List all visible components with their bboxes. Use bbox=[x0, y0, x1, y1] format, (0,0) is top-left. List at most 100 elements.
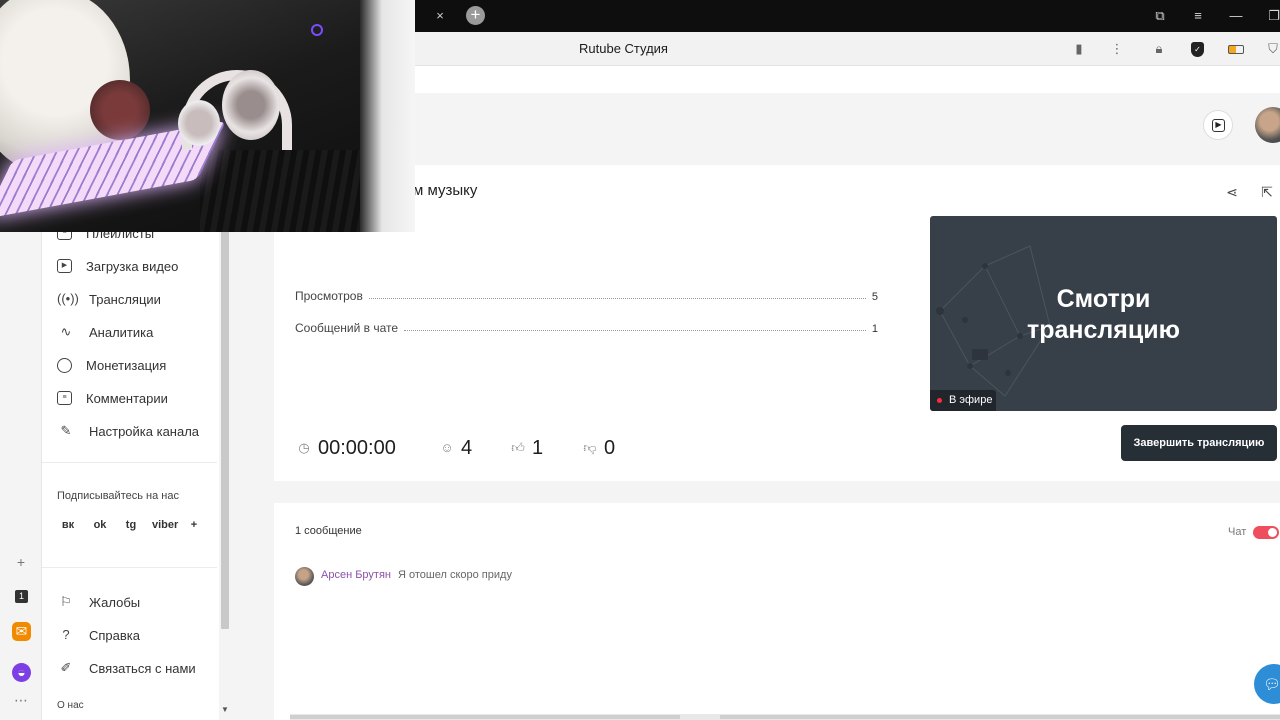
vk-icon[interactable]: вк bbox=[57, 514, 79, 536]
stream-title: м музыку bbox=[413, 182, 478, 199]
scrollbar-thumb[interactable] bbox=[290, 715, 680, 719]
headphone-cup bbox=[222, 70, 280, 140]
assistant-icon[interactable]: ◒ bbox=[12, 663, 31, 682]
chat-author[interactable]: Арсен Брутян bbox=[321, 569, 391, 581]
stat-label: Сообщений в чате bbox=[295, 321, 399, 335]
toggle-knob bbox=[1268, 528, 1277, 537]
sidebar-item-label: Жалобы bbox=[89, 594, 141, 610]
sidebar-item-comments[interactable]: ≡ Комментарии bbox=[57, 387, 168, 409]
create-button[interactable]: ▶ bbox=[1203, 110, 1233, 140]
address-title[interactable]: Rutube Студия bbox=[579, 41, 668, 56]
dotted-leader bbox=[368, 298, 866, 299]
live-dot-icon bbox=[937, 398, 942, 403]
message-count: 1 сообщение bbox=[295, 525, 362, 537]
viewers-icon: ☺ bbox=[440, 440, 454, 455]
sidebar-divider bbox=[42, 462, 217, 463]
share-icon[interactable]: ⋖ bbox=[1223, 183, 1241, 201]
sidebar-item-complaints[interactable]: ⚐ Жалобы bbox=[57, 591, 140, 613]
sidebar-item-broadcasts[interactable]: ((•)) Трансляции bbox=[57, 288, 161, 310]
clock-icon: ◷ bbox=[298, 440, 310, 455]
likes-counter: 👍︎ 1 bbox=[510, 436, 543, 460]
sidebar-item-upload[interactable]: ▶ Загрузка видео bbox=[57, 255, 178, 277]
extension-icon[interactable]: ⛉ bbox=[1264, 40, 1280, 58]
dotted-leader bbox=[404, 330, 866, 331]
stat-value: 5 bbox=[871, 291, 878, 303]
analytics-icon: ∿ bbox=[60, 324, 72, 339]
workspace-badge[interactable]: 1 bbox=[15, 590, 28, 603]
external-link-icon[interactable]: ⇱ bbox=[1258, 183, 1276, 201]
duration-value: 00:00:00 bbox=[318, 436, 396, 459]
end-stream-button[interactable]: Завершить трансляцию bbox=[1121, 425, 1277, 461]
stat-messages: Сообщений в чате 1 bbox=[295, 319, 878, 335]
headphone-cup bbox=[178, 100, 220, 146]
more-socials-icon[interactable]: + bbox=[183, 514, 205, 536]
flag-icon: ⚐ bbox=[60, 594, 72, 609]
lock-icon[interactable]: 🔒︎ bbox=[1150, 40, 1168, 58]
webcam-overlay bbox=[0, 0, 415, 232]
live-badge-label: В эфире bbox=[949, 394, 993, 406]
new-tab-button[interactable]: + bbox=[466, 6, 485, 25]
person-arm bbox=[90, 80, 150, 140]
telegram-icon[interactable]: tg bbox=[120, 514, 142, 536]
subscribe-title: Подписывайтесь на нас bbox=[57, 490, 179, 502]
viewers-counter: ☺ 4 bbox=[439, 436, 472, 460]
preview-caption: Смотри трансляцию bbox=[930, 284, 1277, 346]
sidebar-about[interactable]: О нас bbox=[57, 700, 84, 711]
thumb-down-icon: 👎︎ bbox=[583, 440, 597, 455]
sidebar-item-label: Монетизация bbox=[86, 357, 167, 373]
viewers-value: 4 bbox=[461, 436, 473, 459]
sidebar-item-label: Загрузка видео bbox=[86, 258, 179, 274]
help-icon: ? bbox=[62, 627, 70, 642]
background-wall bbox=[360, 0, 415, 232]
upload-video-icon: ▶ bbox=[57, 259, 72, 273]
stat-views: Просмотров 5 bbox=[295, 287, 878, 303]
channel-settings-icon: ✎ bbox=[60, 423, 72, 438]
chat-card bbox=[274, 503, 1280, 720]
scroll-down-icon[interactable]: ▼ bbox=[219, 705, 231, 714]
sidebar-item-analytics[interactable]: ∿ Аналитика bbox=[57, 321, 154, 343]
sidebar-item-label: Справка bbox=[89, 627, 140, 643]
live-badge: В эфире bbox=[930, 390, 996, 411]
monetization-icon bbox=[57, 357, 72, 373]
stat-label: Просмотров bbox=[295, 289, 363, 303]
sidebar-divider bbox=[42, 567, 217, 568]
minimize-button[interactable]: — bbox=[1226, 6, 1246, 26]
menu-icon[interactable]: ≡ bbox=[1188, 6, 1208, 26]
scrollbar-thumb[interactable] bbox=[221, 229, 229, 629]
chat-avatar[interactable] bbox=[295, 567, 314, 586]
sidebar-item-contact[interactable]: ✐ Связаться с нами bbox=[57, 657, 196, 679]
sidebar-scrollbar[interactable]: ▼ bbox=[219, 159, 231, 720]
shield-icon[interactable]: ✓ bbox=[1191, 42, 1204, 57]
sidebar-item-channel-settings[interactable]: ✎ Настройка канала bbox=[57, 420, 200, 442]
scrollbar-thumb[interactable] bbox=[720, 715, 1280, 719]
comments-icon: ≡ bbox=[57, 391, 72, 405]
stream-preview[interactable]: Смотри трансляцию bbox=[930, 216, 1277, 411]
sidebar-item-help[interactable]: ? Справка bbox=[57, 624, 140, 646]
ok-icon[interactable]: ok bbox=[89, 514, 111, 536]
viber-icon[interactable]: viber bbox=[152, 514, 178, 536]
sidebar-item-label: Настройка канала bbox=[89, 423, 200, 439]
horizontal-scrollbar[interactable] bbox=[290, 714, 1280, 720]
collections-icon[interactable]: ⧉ bbox=[1150, 6, 1170, 26]
edit-icon: ✐ bbox=[60, 660, 72, 675]
battery-icon[interactable] bbox=[1228, 45, 1244, 54]
rail-more-icon[interactable]: ⋯ bbox=[12, 691, 30, 709]
chat-message-text: Я отошел скоро приду bbox=[398, 569, 512, 581]
thumb-up-icon: 👍︎ bbox=[511, 440, 525, 455]
bookmark-icon[interactable]: ▮ bbox=[1070, 40, 1088, 58]
broadcast-icon: ((•)) bbox=[57, 291, 79, 306]
sidebar-item-monetization[interactable]: Монетизация bbox=[57, 354, 166, 376]
preview-caption-line: Смотри bbox=[1056, 285, 1151, 313]
mail-icon[interactable]: ✉ bbox=[12, 622, 31, 641]
play-icon: ▶ bbox=[1212, 119, 1225, 132]
tab-close-icon[interactable]: × bbox=[432, 8, 448, 24]
likes-value: 1 bbox=[532, 436, 544, 459]
more-icon[interactable]: ⋮ bbox=[1108, 40, 1126, 58]
dislikes-value: 0 bbox=[604, 436, 616, 459]
restore-button[interactable]: ❐ bbox=[1264, 6, 1280, 26]
sidebar-item-label: Комментарии bbox=[86, 390, 168, 406]
dislikes-counter: 👎︎ 0 bbox=[582, 436, 615, 460]
chat-toggle[interactable] bbox=[1253, 526, 1279, 539]
stat-value: 1 bbox=[871, 323, 878, 335]
add-panel-icon[interactable]: + bbox=[12, 553, 30, 571]
